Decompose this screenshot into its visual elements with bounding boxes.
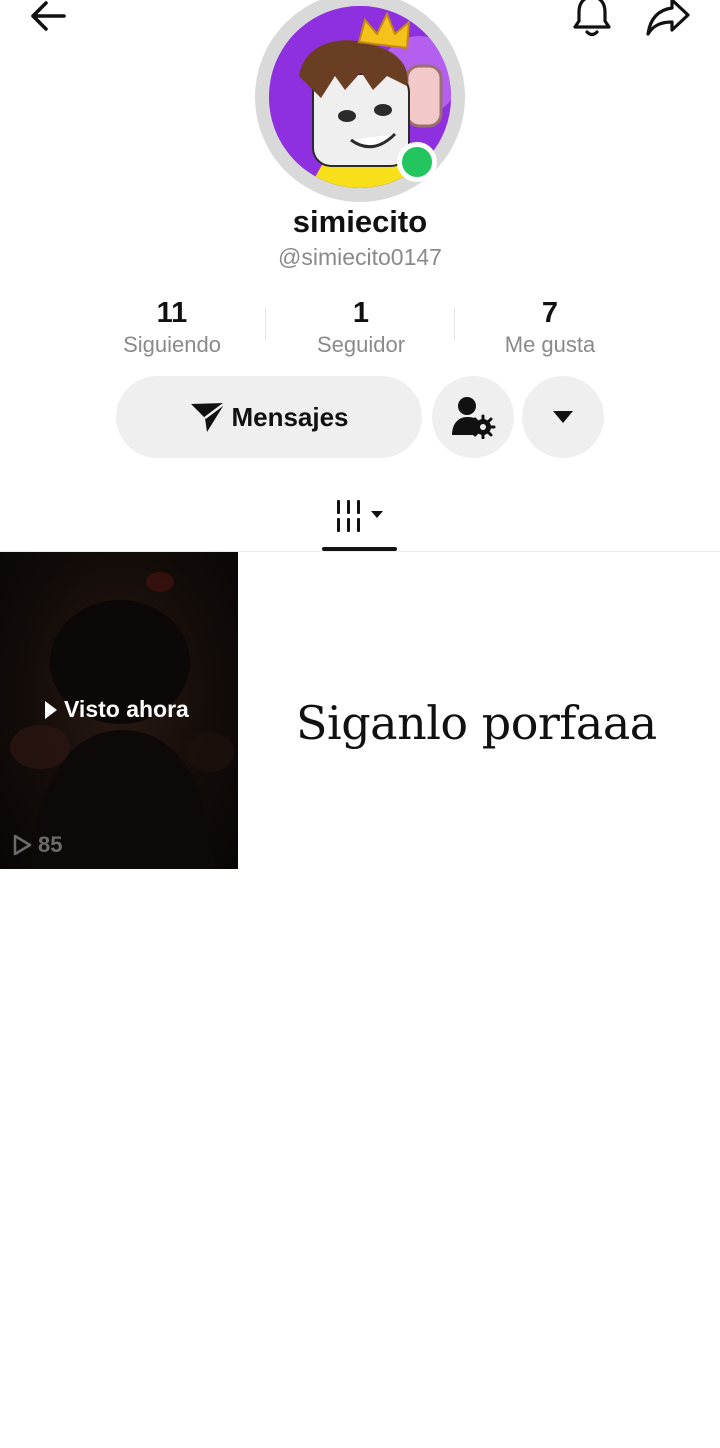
following-count: 11 (156, 297, 188, 329)
more-options-button[interactable] (522, 376, 604, 458)
messages-button[interactable]: Mensajes (116, 376, 422, 458)
video-views: 85 (12, 832, 62, 858)
caret-down-icon (553, 411, 573, 423)
bell-icon (573, 0, 611, 37)
stat-divider (265, 308, 266, 340)
stat-divider (454, 308, 455, 340)
bio-text: Siganlo porfaaa (296, 696, 657, 750)
arrow-left-icon (31, 1, 66, 31)
messages-label: Mensajes (231, 401, 349, 432)
display-name: simiecito (292, 204, 428, 239)
followers-count: 1 (352, 297, 370, 329)
online-status-dot (397, 142, 437, 182)
stat-followers[interactable]: 1 Seguidor (271, 296, 451, 360)
back-button[interactable] (22, 0, 74, 40)
views-count: 85 (38, 832, 63, 857)
watched-now-badge: Visto ahora (44, 696, 189, 723)
likes-label: Me gusta (504, 332, 596, 357)
watched-label: Visto ahora (64, 696, 189, 722)
share-button[interactable] (640, 0, 696, 40)
paper-plane-icon (191, 402, 227, 432)
friend-settings-button[interactable] (432, 376, 514, 458)
play-outline-icon (13, 834, 32, 856)
play-icon (45, 700, 57, 719)
user-gear-icon (452, 397, 496, 439)
followers-label: Seguidor (316, 332, 406, 357)
likes-count: 7 (541, 297, 559, 329)
grid-icon (337, 500, 383, 532)
stat-following[interactable]: 11 Siguiendo (82, 296, 262, 360)
stat-likes[interactable]: 7 Me gusta (460, 296, 640, 360)
username: @simiecito0147 (278, 244, 442, 270)
notifications-button[interactable] (566, 0, 618, 40)
share-arrow-icon (646, 0, 690, 36)
following-label: Siguiendo (123, 332, 221, 357)
tab-videos-grid[interactable] (322, 490, 398, 542)
